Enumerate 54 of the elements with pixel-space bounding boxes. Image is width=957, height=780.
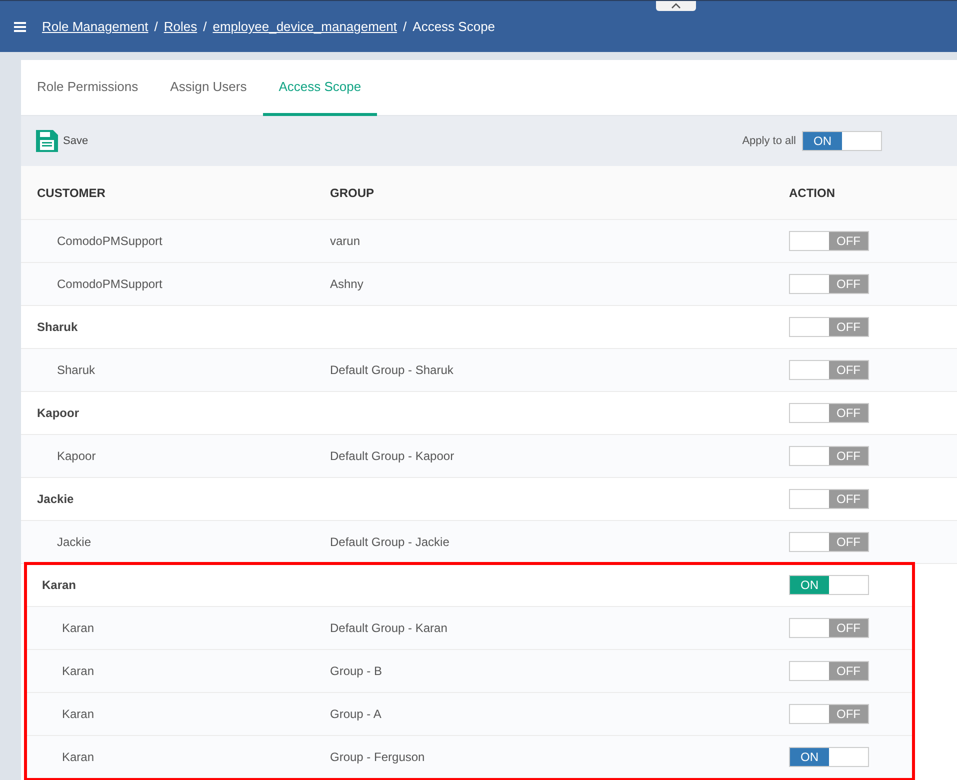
customer-name: Jackie (36, 492, 75, 506)
on-toggle[interactable]: ON (802, 131, 882, 151)
group-cell: Group - Ferguson (330, 750, 425, 764)
column-header: ACTION (789, 186, 836, 200)
breadcrumb-current: Access Scope (412, 19, 496, 34)
off-toggle[interactable]: OFF (789, 360, 869, 380)
group-cell: Group - A (330, 707, 382, 721)
customer-name: Karan (41, 578, 78, 592)
customer-cell-text: Jackie (56, 535, 92, 549)
breadcrumb-separator: / (203, 19, 207, 34)
customer-cell-text: Sharuk (56, 363, 96, 377)
group-cell: Default Group - Kapoor (330, 449, 454, 463)
group-cell: Default Group - Jackie (330, 535, 450, 549)
off-toggle[interactable]: OFF (789, 446, 869, 466)
breadcrumb-separator: / (154, 19, 158, 34)
breadcrumb-separator: / (403, 19, 407, 34)
group-cell: Ashny (330, 277, 364, 291)
group-cell: varun (330, 234, 360, 248)
column-header: CUSTOMER (36, 186, 106, 200)
apply-all-label: Apply to all (742, 135, 796, 147)
off-toggle[interactable]: OFF (789, 231, 869, 251)
off-toggle[interactable]: OFF (789, 317, 869, 337)
off-toggle[interactable]: OFF (789, 489, 869, 509)
on-toggle[interactable]: ON (789, 747, 869, 767)
customer-cell-text: ComodoPMSupport (56, 277, 164, 291)
off-toggle[interactable]: OFF (789, 661, 869, 681)
customer-cell-text: Karan (61, 707, 96, 721)
customer-cell-text: ComodoPMSupport (56, 234, 164, 248)
column-header: GROUP (330, 186, 376, 200)
group-cell: Default Group - Sharuk (330, 363, 454, 377)
off-toggle[interactable]: OFF (789, 618, 869, 638)
off-toggle[interactable]: OFF (789, 274, 869, 294)
off-toggle[interactable]: OFF (789, 403, 869, 423)
customer-name: Kapoor (36, 406, 80, 420)
save-icon (35, 129, 59, 153)
menu-icon[interactable] (14, 22, 26, 32)
customer-cell-text: Karan (61, 750, 96, 764)
off-toggle[interactable]: OFF (789, 704, 869, 724)
tab[interactable]: Assign Users (154, 60, 263, 116)
save-button[interactable]: Save (35, 129, 88, 153)
on-toggle[interactable]: ON (789, 575, 869, 595)
caret-icon (671, 3, 681, 9)
collapse-tab[interactable] (656, 1, 696, 11)
customer-cell-text: Kapoor (56, 449, 97, 463)
breadcrumb-link[interactable]: employee_device_management (212, 19, 398, 34)
group-cell: Default Group - Karan (330, 621, 448, 635)
customer-name: Sharuk (36, 320, 79, 334)
off-toggle[interactable]: OFF (789, 532, 869, 552)
breadcrumb-link[interactable]: Roles (164, 19, 198, 34)
customer-cell-text: Karan (61, 664, 96, 678)
breadcrumb-link[interactable]: Role Management (42, 19, 148, 34)
tab[interactable]: Role Permissions (21, 60, 154, 116)
group-cell: Group - B (330, 664, 382, 678)
customer-cell-text: Karan (61, 621, 96, 635)
